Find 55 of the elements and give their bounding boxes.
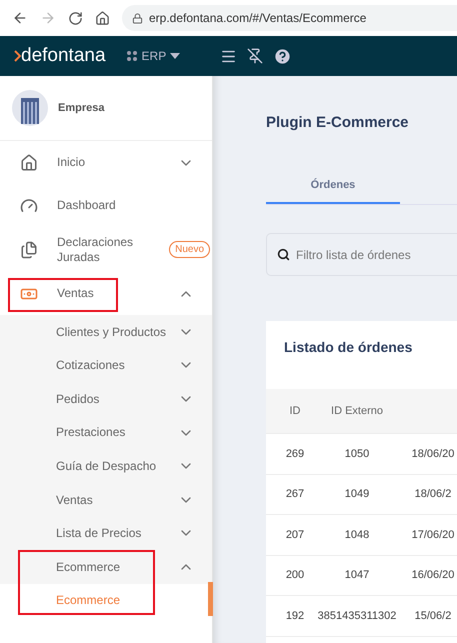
table-cell-text: 15/06/2 — [414, 610, 452, 622]
back-icon[interactable] — [12, 10, 28, 26]
submenu-item[interactable]: Ecommerce — [0, 550, 212, 584]
sidebar-item[interactable]: Declaraciones Juradas Nuevo — [0, 227, 212, 272]
card-title: Listado de órdenes — [283, 338, 414, 357]
module-dropdown[interactable]: ERP — [126, 49, 180, 63]
selection-indicator — [208, 582, 213, 616]
submenu-item[interactable]: Pedidos — [0, 382, 212, 416]
lock-icon — [132, 12, 143, 24]
documents-icon — [20, 240, 38, 258]
search-icon — [277, 248, 290, 261]
table-cell-text: 269 — [284, 448, 306, 460]
table-cell-text: 18/06/2 — [414, 488, 452, 500]
url-text: erp.defontana.com/#/Ventas/Ecommerce — [149, 11, 366, 25]
search-field[interactable]: Filtro lista de órdenes — [266, 233, 457, 276]
sidebar-item[interactable]: Ventas — [0, 272, 212, 315]
table-cell-text: 1047 — [344, 569, 370, 582]
gauge-icon — [20, 196, 38, 214]
company-name: Empresa — [58, 102, 104, 114]
table-cell-text: 1049 — [344, 488, 370, 500]
home-icon — [20, 154, 38, 172]
table-cell-text: 3851435311302 — [316, 610, 398, 622]
submenu-item[interactable]: Ventas — [0, 482, 212, 517]
grid-dots-icon — [126, 50, 138, 62]
home-icon[interactable] — [95, 10, 110, 26]
table-cell-text: 17/06/20 — [410, 528, 456, 541]
new-badge: Nuevo — [169, 241, 210, 258]
address-bar[interactable]: erp.defontana.com/#/Ventas/Ecommerce — [122, 5, 457, 31]
page-title: Plugin E-Commerce — [266, 114, 410, 131]
submenu-item[interactable]: Ecommerce — [0, 584, 212, 618]
table-cell-text: 192 — [284, 610, 306, 622]
chevron-logo-icon — [14, 50, 21, 62]
tab[interactable]: Órdenes — [266, 171, 400, 204]
table-cell-text: 1048 — [344, 528, 370, 541]
submenu-item[interactable]: Cotizaciones — [0, 348, 212, 382]
table-cell-text: 207 — [284, 528, 306, 541]
reload-icon[interactable] — [68, 10, 83, 26]
column-header: ID Externo — [330, 405, 384, 417]
submenu-item[interactable]: Guía de Despacho — [0, 449, 212, 483]
building-avatar-icon — [12, 90, 48, 126]
column-header: ID — [288, 405, 302, 417]
table-cell-text: 200 — [284, 569, 306, 582]
table-cell-text: 16/06/20 — [410, 569, 456, 582]
table-cell-text: 267 — [284, 488, 306, 500]
pin-off-icon[interactable] — [247, 48, 264, 64]
logo-text: defontana — [21, 45, 106, 67]
submenu-item[interactable]: Clientes y Productos — [0, 315, 212, 349]
caret-icon — [170, 53, 180, 59]
help-icon[interactable] — [273, 46, 292, 66]
sidebar-item[interactable]: Inicio — [0, 141, 212, 184]
submenu-item[interactable]: Prestaciones — [0, 416, 212, 450]
table-cell-text: 18/06/20 — [410, 448, 456, 460]
table-cell-text: 1050 — [344, 448, 370, 460]
sidebar-item[interactable]: Dashboard — [0, 184, 212, 227]
submenu-item[interactable]: Lista de Precios — [0, 516, 212, 550]
